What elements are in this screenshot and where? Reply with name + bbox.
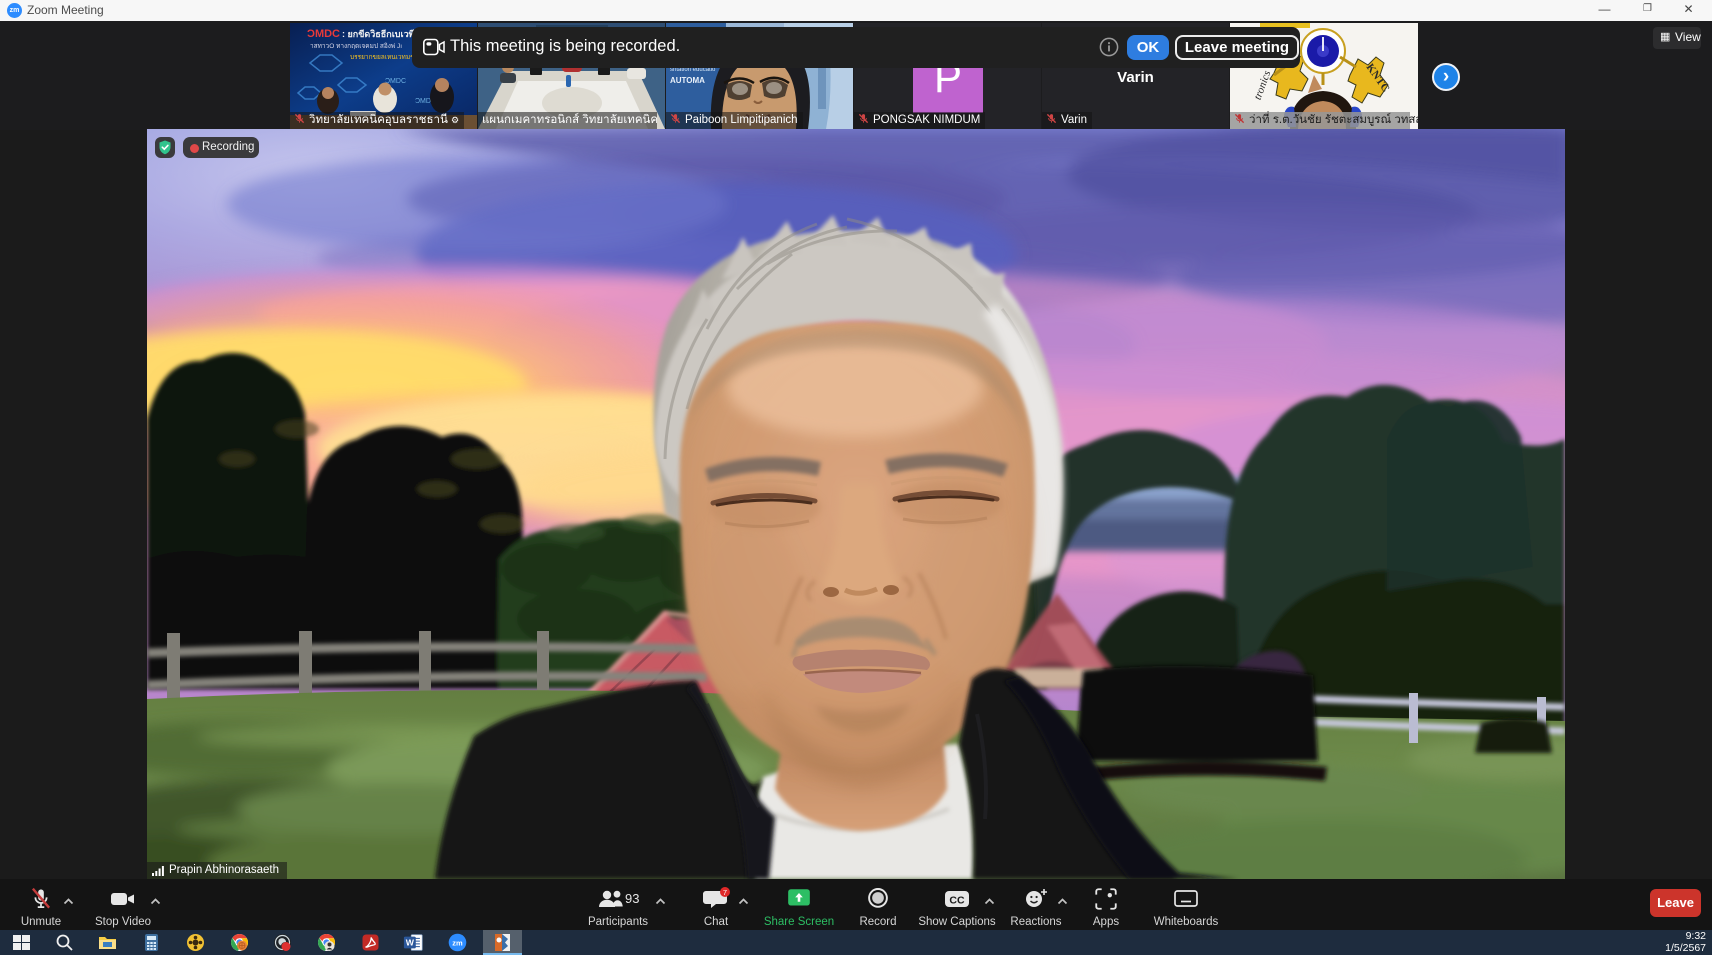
svg-text:93: 93 xyxy=(625,891,639,906)
svg-text:ƆMDC: ƆMDC xyxy=(307,28,340,40)
svg-text:: ยกขีดวิธธีกเบเวพี: : ยกขีดวิธธีกเบเวพี xyxy=(342,29,415,39)
svg-text:7: 7 xyxy=(723,888,727,897)
svg-text:CC: CC xyxy=(949,895,965,907)
svg-text:AUTOMA: AUTOMA xyxy=(670,76,705,85)
svg-text:W: W xyxy=(406,938,415,948)
svg-text:าสทาวΟ ทางกฤดเจคมป สอิงพ่ Jı: าสทาวΟ ทางกฤดเจคมป สอิงพ่ Jı xyxy=(310,42,402,50)
svg-text:zm: zm xyxy=(452,939,463,948)
